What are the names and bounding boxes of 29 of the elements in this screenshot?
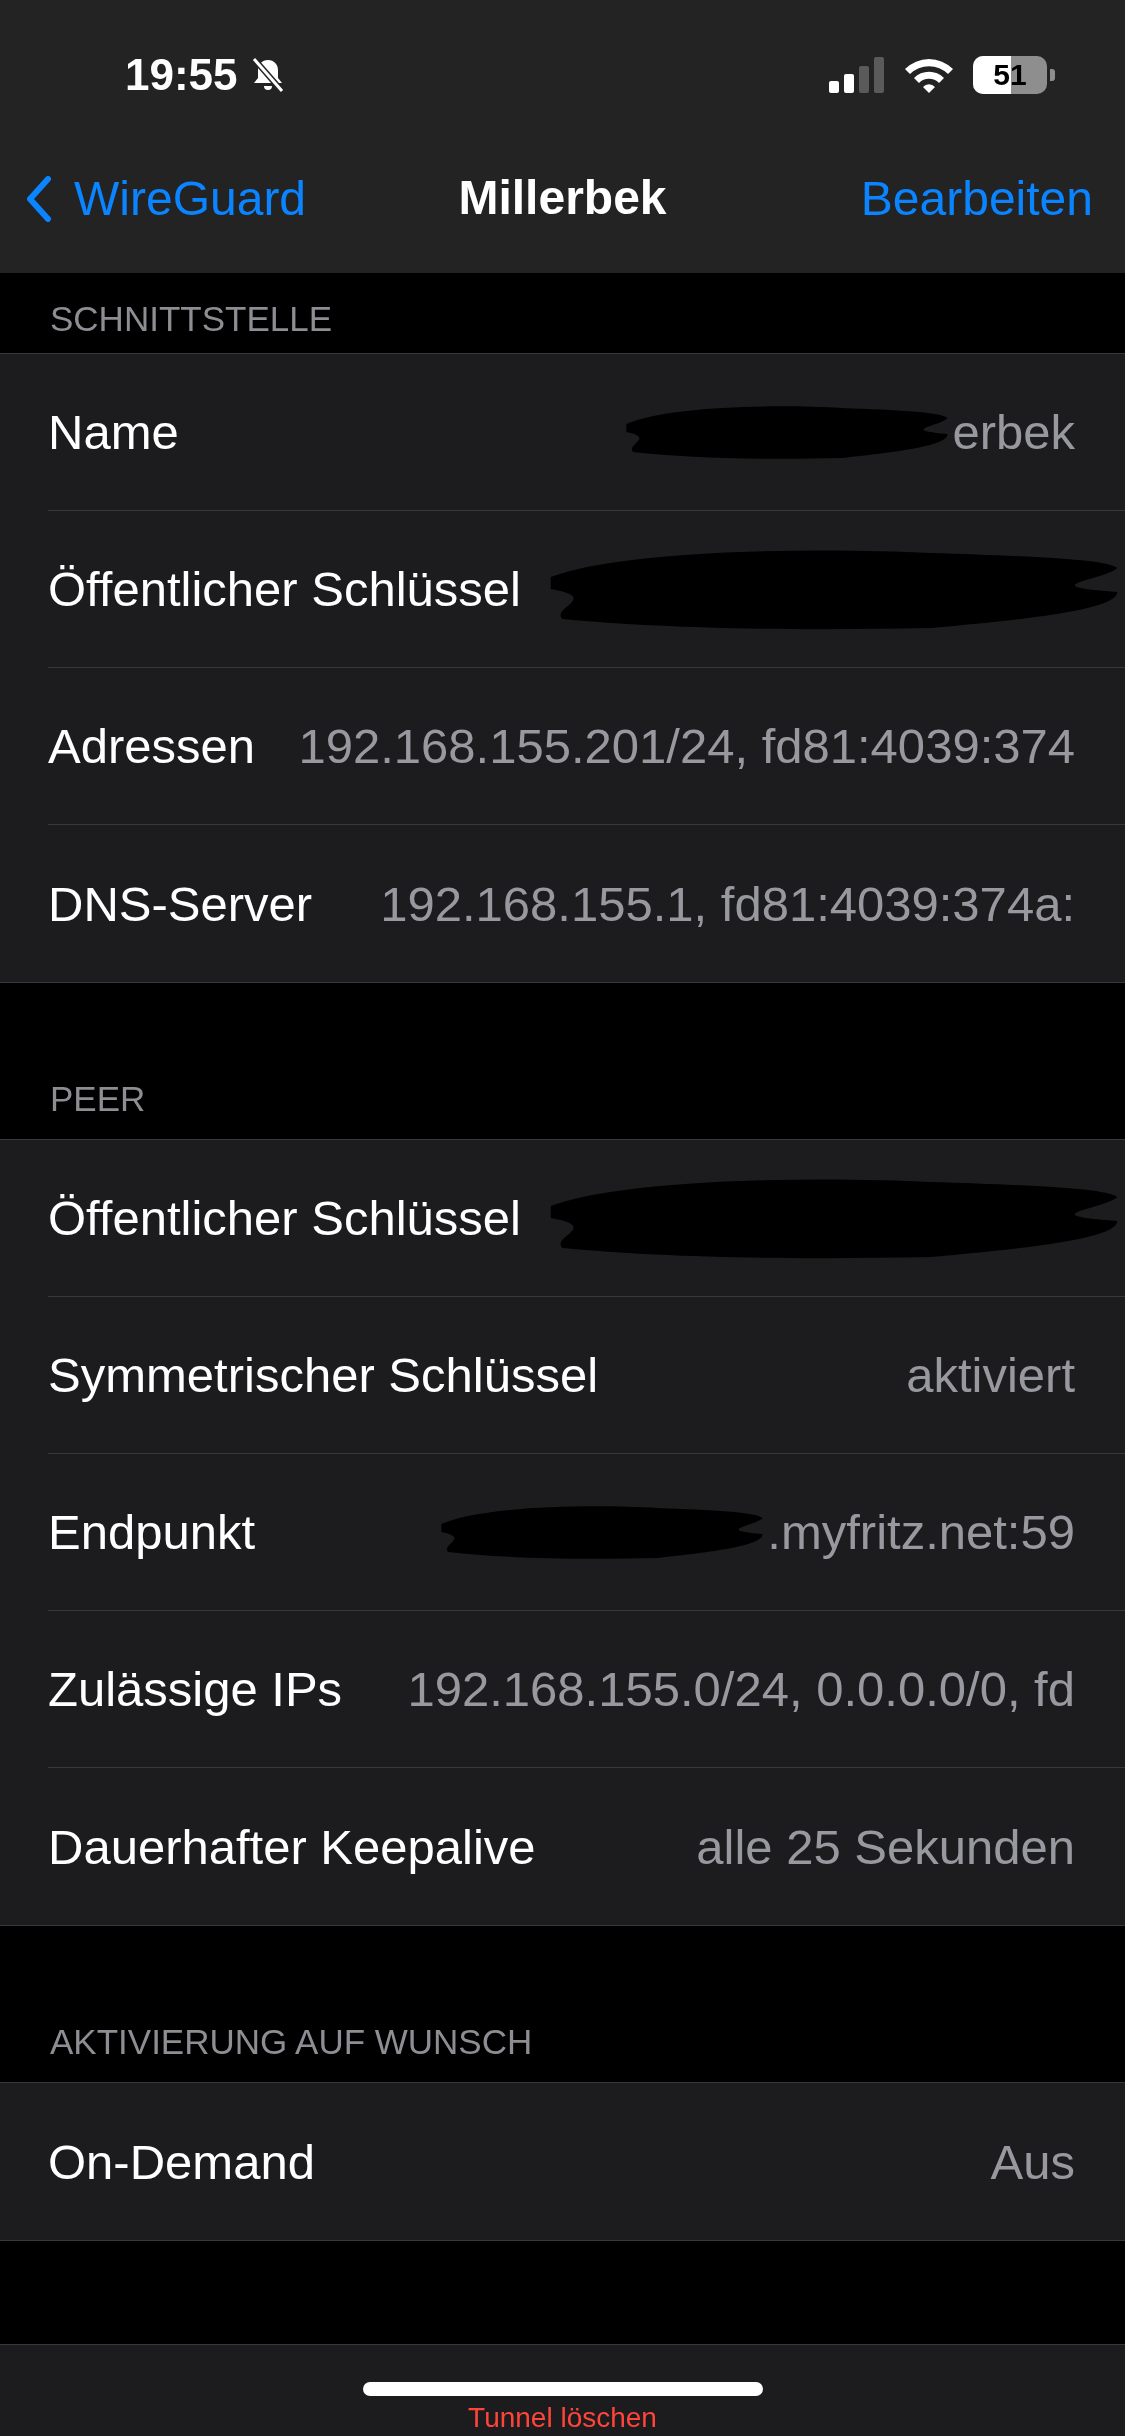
- row-value: alle 25 Sekunden: [696, 1818, 1075, 1875]
- row-label: Zulässige IPs: [48, 1661, 344, 1717]
- row-label: Öffentlicher Schlüssel: [48, 1190, 522, 1246]
- row-label: Symmetrischer Schlüssel: [48, 1347, 600, 1403]
- row-value: 192.168.155.0/24, 0.0.0.0/0, fd: [407, 1661, 1075, 1717]
- delete-tunnel-button[interactable]: Tunnel löschen: [468, 2402, 657, 2434]
- section-header: PEER: [50, 1079, 146, 1119]
- row-label: Dauerhafter Keepalive: [48, 1818, 537, 1875]
- row-value: aktiviert: [906, 1347, 1075, 1403]
- row-label: Adressen: [48, 718, 256, 774]
- section-header: SCHNITTSTELLE: [50, 299, 332, 339]
- row-label: Endpunkt: [48, 1504, 257, 1560]
- row-label: Name: [48, 404, 180, 460]
- row-label: Öffentlicher Schlüssel: [48, 561, 522, 617]
- section-header: AKTIVIERUNG AUF WUNSCH: [50, 2022, 533, 2062]
- signal-icon: [829, 57, 885, 93]
- edit-button[interactable]: Bearbeiten: [860, 171, 1093, 226]
- chevron-left-icon: [26, 175, 52, 222]
- row-value: .myfritz.net:59: [767, 1504, 1075, 1560]
- nav-title: Millerbek: [458, 170, 667, 225]
- row-label: DNS-Server: [48, 875, 314, 932]
- row-value: Aus: [990, 2133, 1075, 2190]
- back-button[interactable]: WireGuard: [26, 171, 307, 226]
- row-label: On-Demand: [48, 2133, 316, 2190]
- status-time: 19:55: [125, 50, 238, 100]
- row-value: 192.168.155.201/24, fd81:4039:374: [298, 718, 1075, 774]
- row-value: erbek: [952, 404, 1075, 460]
- wifi-icon: [903, 56, 955, 94]
- row-value: 192.168.155.1, fd81:4039:374a:: [380, 875, 1075, 932]
